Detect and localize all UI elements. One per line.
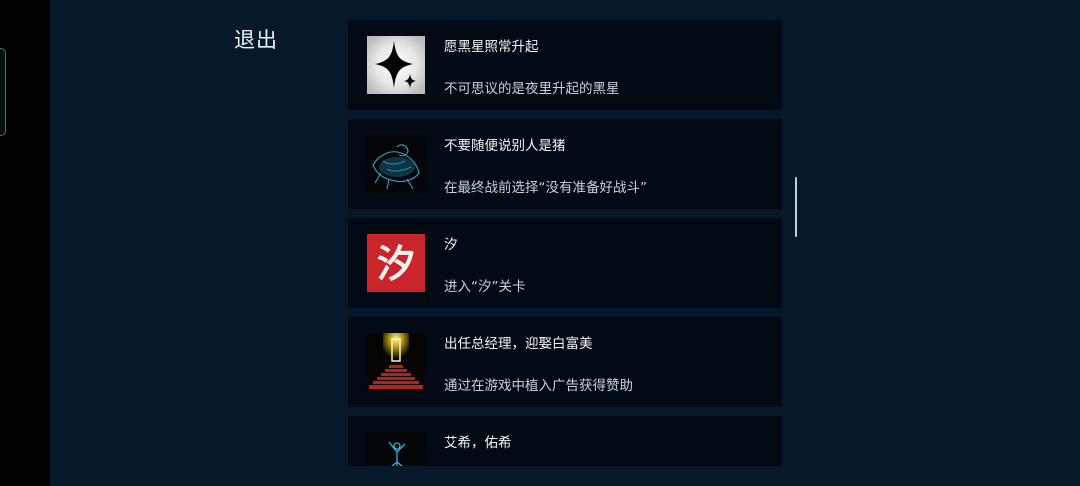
achievement-title: 愿黑星照常升起 xyxy=(444,39,539,55)
achievement-title: 出任总经理，迎娶白富美 xyxy=(444,336,593,352)
achievement-description: 不可思议的是夜里升起的黑星 xyxy=(444,81,620,97)
xi-character-glyph: 汐 xyxy=(377,242,415,286)
achievement-list[interactable]: 愿黑星照常升起 不可思议的是夜里升起的黑星 不要随便说别人是猪 在最终战前选择“… xyxy=(348,20,782,466)
left-bezel xyxy=(0,0,50,486)
exit-button[interactable]: 退出 xyxy=(234,24,278,54)
achievement-description: 通过在游戏中植入广告获得赞助 xyxy=(444,378,633,394)
achievement-card[interactable]: 汐 汐 进入“汐”关卡 xyxy=(348,218,782,308)
crouching-figure-icon xyxy=(367,135,425,193)
achievement-card[interactable]: 不要随便说别人是猪 在最终战前选择“没有准备好战斗” xyxy=(348,119,782,209)
achievement-title: 艾希，佑希 xyxy=(444,435,512,451)
achievement-title: 汐 xyxy=(444,237,458,253)
xi-character-icon: 汐 xyxy=(367,234,425,292)
achievement-description: 进入“汐”关卡 xyxy=(444,279,526,295)
achievement-card[interactable]: 艾希，佑希 xyxy=(348,416,782,466)
blue-figure-icon xyxy=(367,432,425,466)
achievement-description: 在最终战前选择“没有准备好战斗” xyxy=(444,180,647,196)
achievement-title: 不要随便说别人是猪 xyxy=(444,138,566,154)
scrollbar[interactable] xyxy=(795,177,797,237)
black-star-icon xyxy=(367,36,425,94)
achievement-card[interactable]: 愿黑星照常升起 不可思议的是夜里升起的黑星 xyxy=(348,20,782,110)
achievement-card[interactable]: 出任总经理，迎娶白富美 通过在游戏中植入广告获得赞助 xyxy=(348,317,782,407)
edge-handle[interactable] xyxy=(0,48,6,136)
golden-door-icon xyxy=(367,333,425,391)
